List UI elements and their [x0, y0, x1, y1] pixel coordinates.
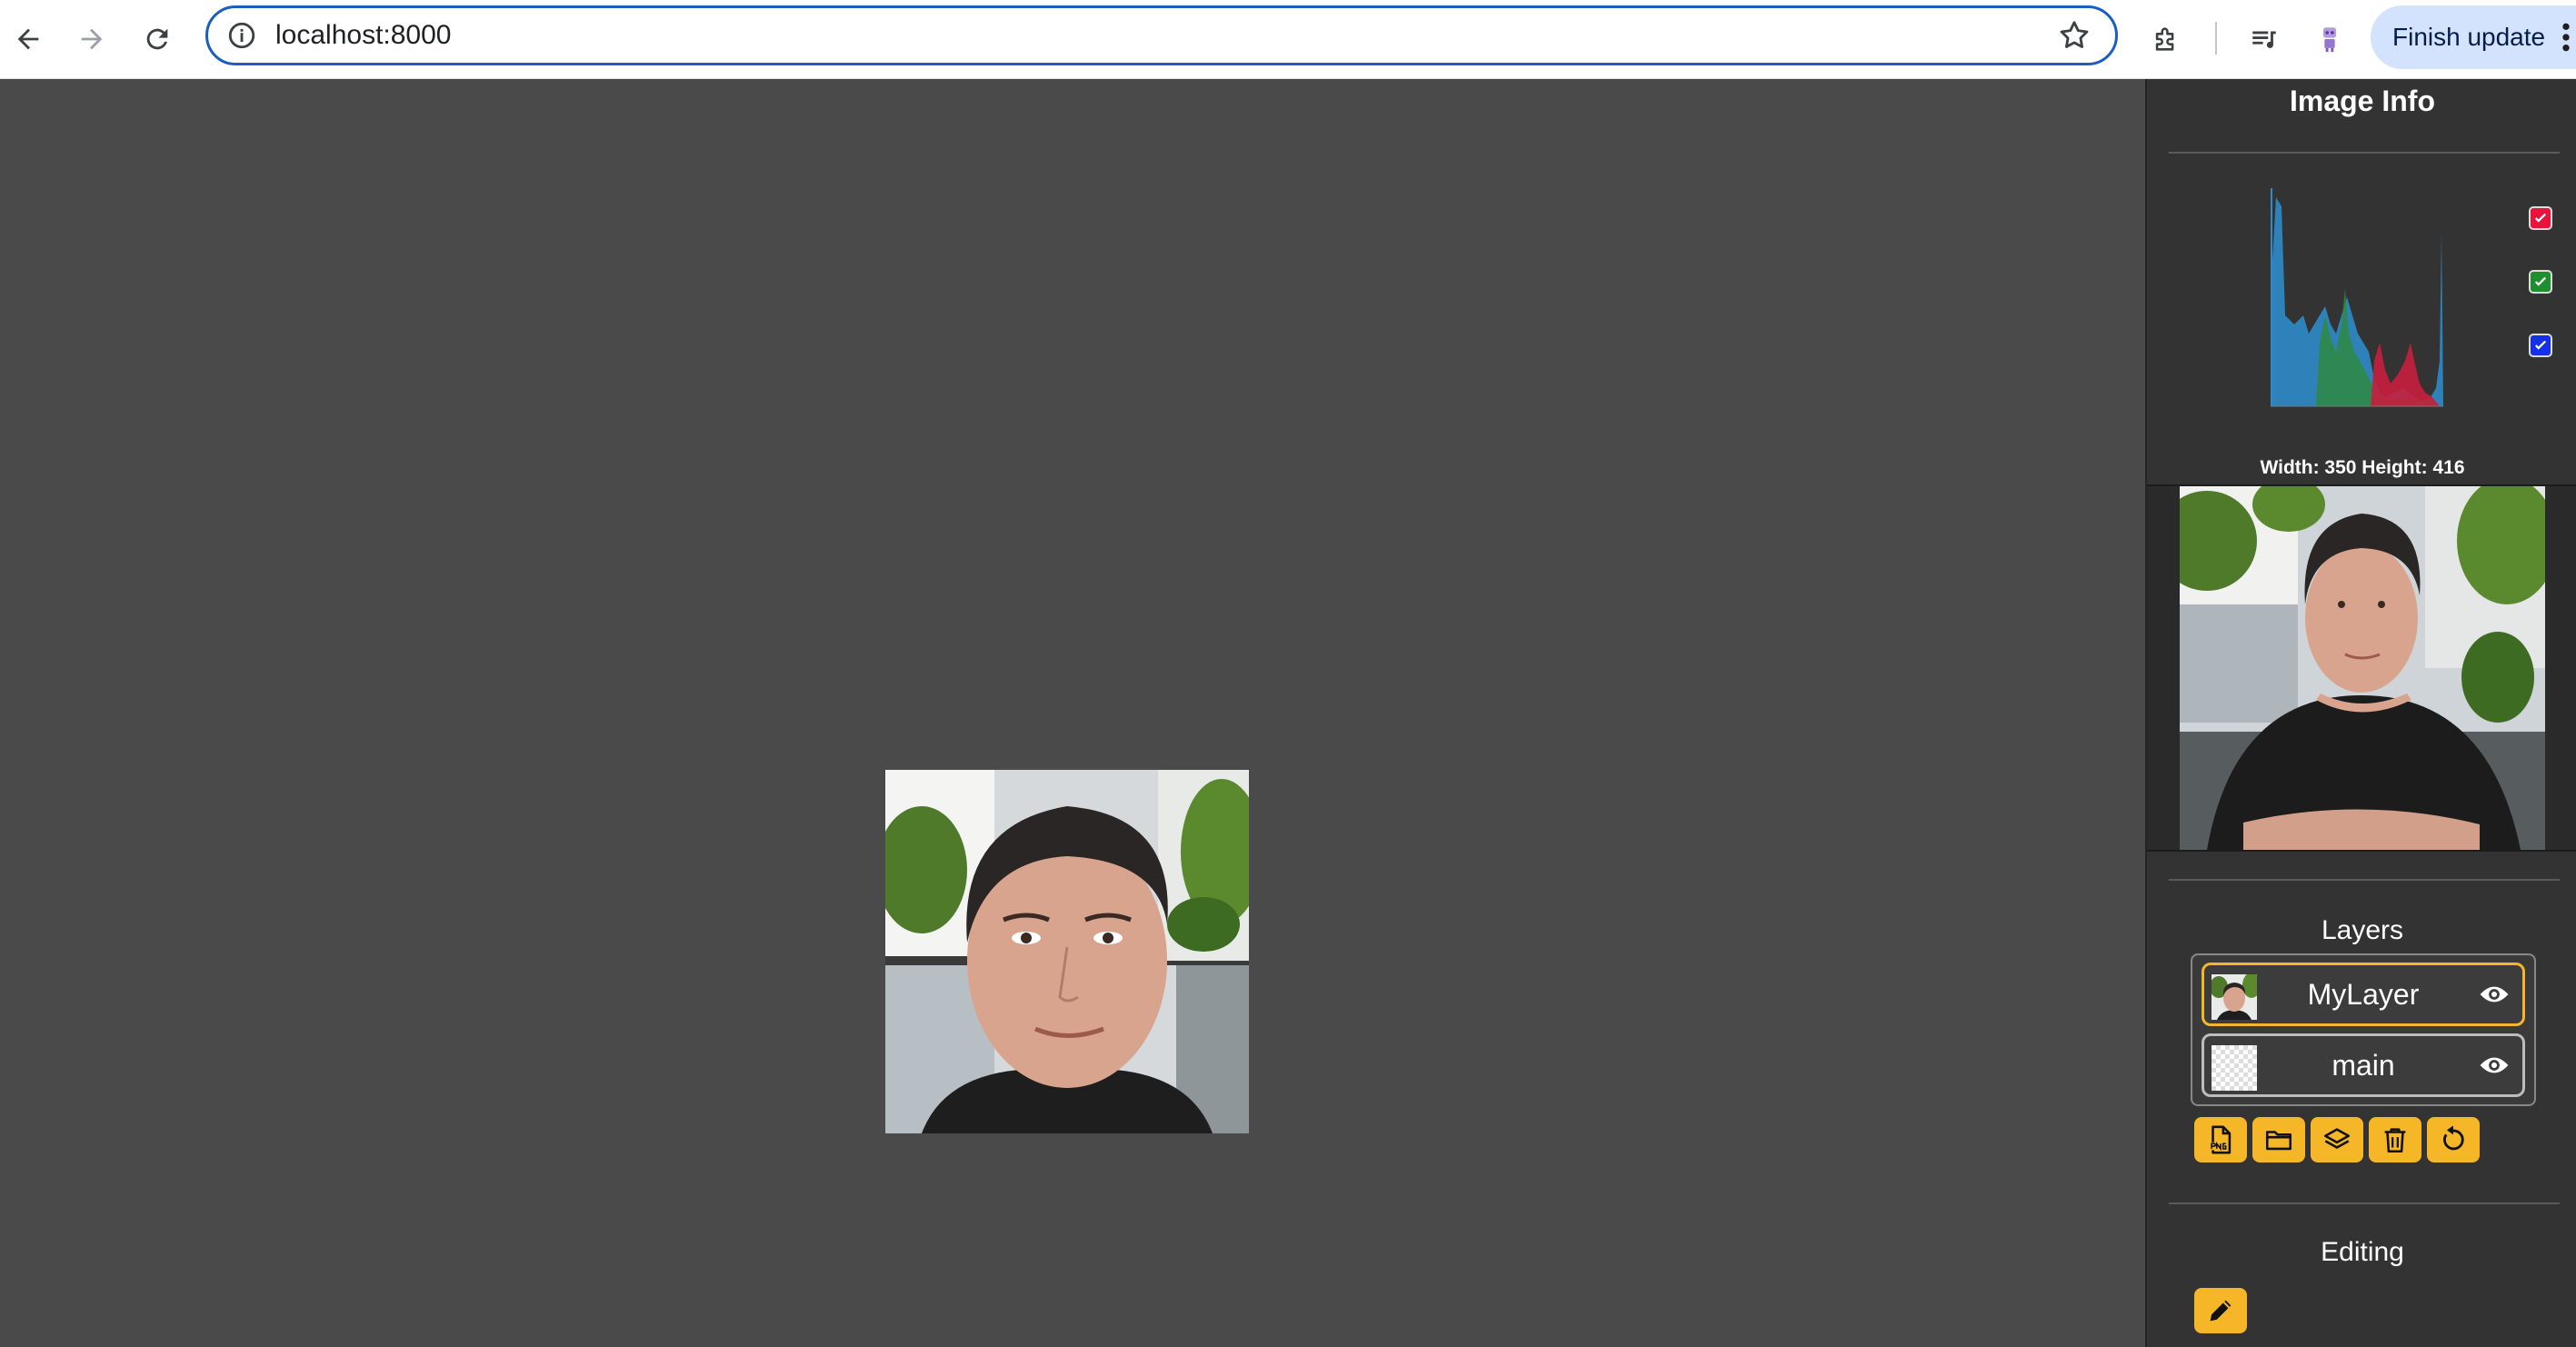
- address-bar[interactable]: localhost:8000: [205, 5, 2118, 65]
- layer-thumbnail: [2212, 1045, 2257, 1091]
- more-options-icon[interactable]: [2561, 22, 2571, 53]
- green-channel-checkbox[interactable]: [2529, 270, 2552, 294]
- reset-icon: [2443, 1125, 2464, 1151]
- blue-channel-checkbox[interactable]: [2529, 334, 2552, 357]
- canvas-image[interactable]: [885, 770, 1249, 1133]
- bookmark-star-icon[interactable]: [2057, 18, 2092, 53]
- puzzle-icon: [2155, 27, 2174, 51]
- arrow-left-icon: [17, 28, 39, 50]
- pencil-icon: [2210, 1300, 2232, 1322]
- delete-layer-button[interactable]: [2369, 1117, 2421, 1162]
- histogram-chart: [2271, 188, 2443, 407]
- forward-button[interactable]: [65, 13, 118, 65]
- layers-list: MyLayer main: [2191, 953, 2536, 1106]
- layers-icon: [2323, 1128, 2351, 1149]
- robot-avatar-icon: [2322, 27, 2337, 53]
- layers-title: Layers: [2321, 915, 2404, 945]
- extensions-button[interactable]: [2140, 13, 2192, 65]
- check-icon: [2534, 213, 2547, 223]
- editing-title: Editing: [2321, 1237, 2404, 1267]
- image-info-title: Image Info: [2289, 85, 2435, 117]
- open-folder-button[interactable]: [2252, 1117, 2305, 1162]
- side-panel: Image Info Width: 350 Height: 416 Layers…: [2145, 79, 2576, 1347]
- arrow-right-icon: [81, 28, 103, 50]
- toolbar-separator: [2215, 22, 2217, 55]
- reload-button[interactable]: [131, 13, 184, 65]
- preview-portrait-image: [2180, 486, 2545, 850]
- pencil-tool-button[interactable]: [2194, 1288, 2247, 1333]
- export-png-icon: [2210, 1125, 2232, 1154]
- media-controls-button[interactable]: [2238, 13, 2291, 65]
- export-png-button[interactable]: [2194, 1117, 2247, 1162]
- editor-canvas[interactable]: [0, 79, 2145, 1347]
- preview-image: [2180, 486, 2545, 850]
- finish-update-button[interactable]: Finish update: [2371, 5, 2576, 69]
- profile-button[interactable]: [2303, 13, 2356, 65]
- merge-layers-button[interactable]: [2311, 1117, 2363, 1162]
- layer-name: MyLayer: [2307, 978, 2420, 1011]
- layer-item-main[interactable]: main: [2202, 1033, 2525, 1097]
- layer-item-mylayer[interactable]: MyLayer: [2202, 963, 2525, 1026]
- queue-music-icon: [2252, 31, 2276, 48]
- open-folder-icon: [2265, 1131, 2292, 1151]
- reload-icon: [146, 28, 168, 50]
- check-icon: [2534, 340, 2547, 350]
- finish-update-label: Finish update: [2392, 23, 2546, 51]
- portrait-image: [885, 770, 1249, 1133]
- divider: [2169, 1202, 2560, 1204]
- trash-icon: [2384, 1128, 2406, 1153]
- red-channel-checkbox[interactable]: [2529, 206, 2552, 230]
- divider: [2169, 879, 2560, 881]
- image-dimensions: Width: 350 Height: 416: [2260, 457, 2465, 478]
- site-info-icon[interactable]: [226, 20, 257, 51]
- check-icon: [2534, 276, 2547, 286]
- eye-icon[interactable]: [2479, 1053, 2510, 1078]
- reset-button[interactable]: [2427, 1117, 2480, 1162]
- browser-toolbar: localhost:8000 Finish update: [0, 0, 2576, 79]
- layer-thumbnail: [2212, 974, 2257, 1020]
- layer-name: main: [2331, 1049, 2395, 1082]
- eye-icon[interactable]: [2479, 982, 2510, 1007]
- back-button[interactable]: [2, 13, 55, 65]
- divider: [2169, 152, 2560, 154]
- image-preview: [2147, 484, 2576, 852]
- url-text[interactable]: localhost:8000: [275, 8, 451, 63]
